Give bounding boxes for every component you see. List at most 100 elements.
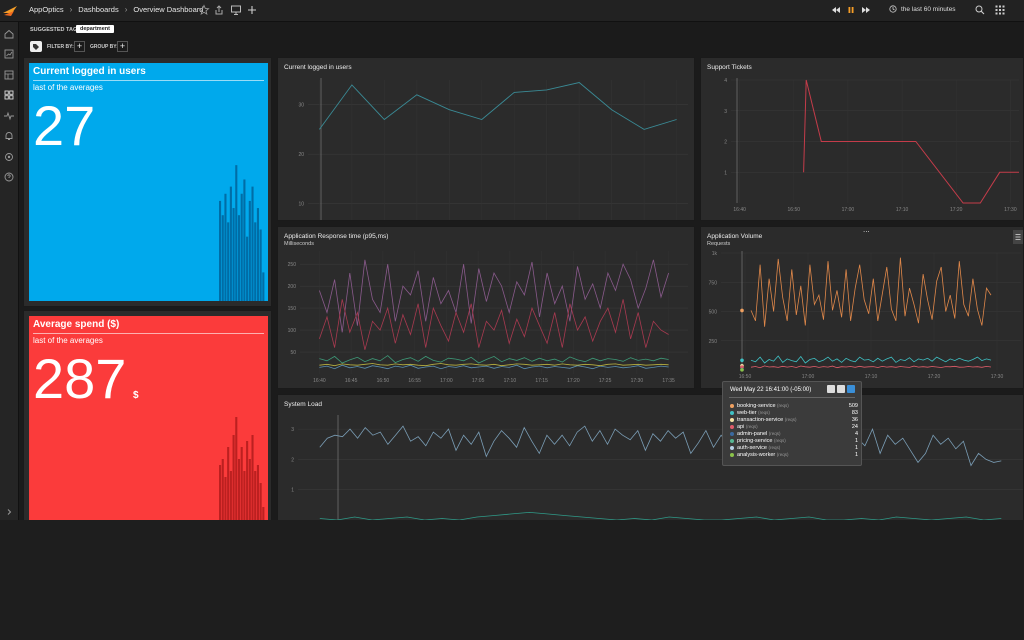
pause-icon[interactable] [845, 4, 857, 16]
x-tick-label: 16:40 [313, 378, 326, 384]
monitor-icon[interactable] [230, 4, 242, 16]
support-tickets-line-chart[interactable]: 1 2 3 4 16:40 16:50 17:00 17:10 17:20 17:30 [701, 58, 1024, 221]
series-color-dot [730, 410, 734, 415]
series-value: 509 [848, 402, 858, 409]
chevron-right-icon: › [69, 5, 73, 14]
series-name: web-tier (reqs) [737, 409, 770, 416]
y-tick-label: 30 [298, 103, 304, 109]
time-range-label: the last 60 minutes [901, 5, 956, 13]
appoptics-logo-icon[interactable] [0, 0, 20, 22]
y-tick-label: 2 [724, 140, 727, 146]
system-load-line-chart[interactable]: 1 2 3 [278, 395, 1024, 520]
spark-bar [240, 447, 243, 520]
x-tick-label: 17:00 [802, 374, 815, 380]
series-unit: (reqs) [758, 409, 770, 415]
expand-sidebar-icon[interactable] [3, 506, 15, 518]
x-tick-label: 17:00 [440, 378, 453, 384]
tag-icon[interactable] [30, 41, 42, 52]
add-filter-button[interactable]: + [74, 41, 85, 52]
series-name: pricing-service (reqs) [737, 437, 786, 444]
series-unit: (reqs) [745, 423, 758, 429]
x-tick-label: 17:10 [896, 207, 909, 213]
spark-bar [259, 483, 262, 520]
help-icon[interactable] [3, 171, 15, 183]
x-tick-label: 16:55 [408, 378, 421, 384]
app-grid-icon[interactable] [994, 4, 1006, 16]
tooltip-row: api (reqs) 24 [730, 423, 858, 430]
x-tick-label: 17:15 [535, 378, 548, 384]
spark-bar [251, 186, 254, 301]
series-unit: (reqs) [777, 402, 789, 408]
y-tick-label: 20 [298, 152, 304, 158]
share-icon[interactable] [213, 4, 225, 16]
logged-in-users-tile-panel[interactable]: Current logged in users last of the aver… [23, 57, 272, 307]
series-color-dot [730, 452, 734, 457]
spark-bar [246, 441, 249, 520]
x-tick-label: 17:25 [599, 378, 612, 384]
apm-pulse-icon[interactable] [3, 110, 15, 122]
series-value: 24 [851, 423, 858, 430]
tile-unit: $ [133, 390, 139, 401]
spark-bar [232, 435, 235, 520]
metrics-icon[interactable] [3, 48, 15, 60]
series-color-dot [730, 403, 734, 408]
star-icon[interactable] [198, 4, 210, 16]
fast-forward-icon[interactable] [860, 4, 872, 16]
tooltip-timestamp: Wed May 22 16:41:00 (-05:00) [730, 387, 812, 393]
response-time-line-chart[interactable]: 50 100 150 200 250 16:40 16:45 16:50 16:55 17:00 1… [278, 227, 695, 389]
y-tick-label: 100 [288, 328, 297, 334]
time-range-picker[interactable]: the last 60 minutes [889, 5, 956, 13]
tooltip-copy-icon[interactable] [837, 385, 845, 393]
spark-bar [232, 208, 235, 301]
x-tick-label: 16:50 [377, 378, 390, 384]
series-name: api (reqs) [737, 423, 758, 430]
spark-bar [262, 272, 265, 301]
system-load-chart-panel[interactable]: System Load 123 [277, 394, 1024, 520]
spark-bar [227, 447, 230, 520]
rewind-icon[interactable] [830, 4, 842, 16]
support-tickets-chart-panel[interactable]: Support Tickets 1 2 3 4 16:40 16:50 17:00 17:10… [700, 57, 1024, 221]
series-line-4 [319, 363, 669, 367]
series-name: admin-panel (reqs) [737, 430, 781, 437]
x-tick-label: 17:20 [567, 378, 580, 384]
hover-point [740, 368, 744, 372]
tile-subtitle: last of the averages [33, 83, 103, 92]
spark-bar [256, 465, 259, 520]
tooltip-zoom-icon[interactable] [827, 385, 835, 393]
integrations-icon[interactable] [3, 151, 15, 163]
home-icon[interactable] [3, 28, 15, 40]
spark-bar [221, 215, 224, 301]
application-volume-chart-panel[interactable]: Application Volume Requests ... 250 500 75… [700, 226, 1024, 389]
alerts-bell-icon[interactable] [3, 130, 15, 142]
add-group-button[interactable]: + [117, 41, 128, 52]
spaces-icon[interactable] [3, 69, 15, 81]
average-spend-tile-panel[interactable]: Average spend ($) last of the averages 2… [23, 310, 272, 520]
application-volume-line-chart[interactable]: 250 500 750 1k 16:50 17:00 17:10 17:20 17:30 [701, 227, 1024, 389]
y-tick-label: 150 [288, 306, 297, 312]
top-bar: AppOptics › Dashboards › Overview Dashbo… [0, 0, 1024, 22]
series-name: booking-service (reqs) [737, 402, 789, 409]
logged-in-users-chart-panel[interactable]: Current logged in users 10203016:4016:45… [277, 57, 695, 221]
spark-bar [224, 477, 227, 520]
tag-chip-department[interactable]: department [76, 25, 114, 33]
y-tick-label: 50 [290, 350, 296, 356]
y-tick-label: 1k [712, 251, 718, 257]
plus-icon[interactable] [246, 4, 258, 16]
breadcrumb-appoptics[interactable]: AppOptics [29, 5, 64, 14]
x-tick-label: 16:50 [788, 207, 801, 213]
x-tick-label: 16:45 [345, 378, 358, 384]
tooltip-sort-icon[interactable] [847, 385, 855, 393]
tooltip-row: web-tier (reqs) 83 [730, 409, 858, 416]
y-tick-label: 4 [724, 78, 727, 84]
x-tick-label: 17:10 [865, 374, 878, 380]
series-unit: (reqs) [784, 416, 797, 422]
spark-bar [240, 193, 243, 301]
dashboards-icon[interactable] [3, 89, 15, 101]
series-unit: (reqs) [773, 437, 786, 443]
breadcrumb-dashboards[interactable]: Dashboards [78, 5, 118, 14]
search-icon[interactable] [974, 4, 986, 16]
logged-in-users-line-chart[interactable]: 10203016:4016:4516:5016:5517:0017:0517:1… [278, 58, 695, 221]
spark-bar [254, 222, 257, 301]
response-time-chart-panel[interactable]: Application Response time (p95,ms) Milli… [277, 226, 695, 389]
series-unit: (reqs) [776, 451, 789, 457]
